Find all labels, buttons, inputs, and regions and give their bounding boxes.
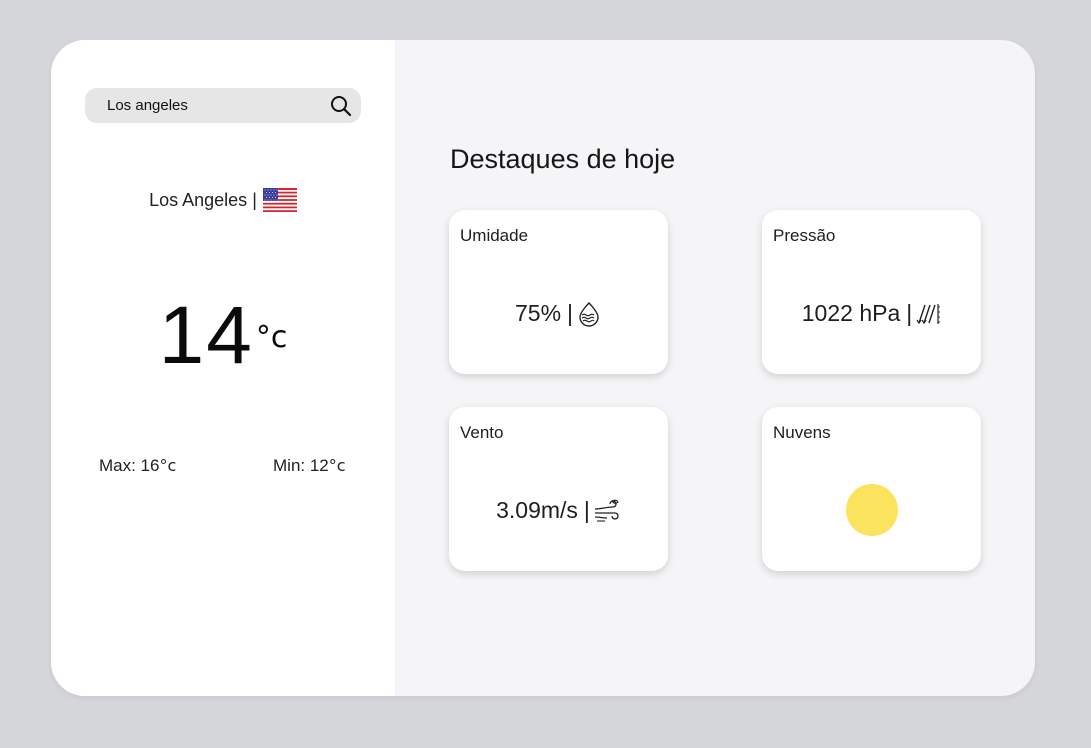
max-temperature-unit: °c: [159, 456, 177, 475]
clouds-label: Nuvens: [773, 423, 831, 442]
current-temperature: 14 °c: [51, 292, 395, 380]
humidity-icon: [579, 301, 599, 327]
location: Los Angeles |: [51, 188, 395, 212]
search-button[interactable]: [328, 93, 354, 119]
wind-card: Vento 3.09m/s |: [449, 407, 668, 571]
humidity-value: 75%: [514, 300, 562, 326]
pressure-reading: 1022 hPa |: [762, 300, 981, 327]
min-temperature: Min: 12°c: [273, 456, 346, 476]
max-temperature-label: Max: 16: [99, 456, 160, 475]
current-weather-panel: Los Angeles |: [51, 40, 395, 696]
clouds-card: Nuvens: [762, 407, 981, 571]
sun-icon: [846, 484, 898, 536]
us-flag-icon: [262, 188, 297, 212]
humidity-reading: 75% |: [449, 300, 668, 327]
city-name: Los Angeles: [149, 189, 248, 210]
min-temperature-unit: °c: [328, 456, 346, 475]
search-icon: [331, 96, 352, 117]
wind-icon: [594, 499, 619, 522]
pressure-label: Pressão: [773, 226, 836, 245]
pressure-icon: [916, 303, 941, 324]
wind-separator: |: [583, 497, 590, 523]
humidity-label: Umidade: [460, 226, 529, 245]
max-temperature: Max: 16°c: [99, 456, 176, 476]
highlights-title: Destaques de hoje: [450, 144, 676, 174]
temperature-unit: °c: [255, 320, 288, 355]
humidity-card: Umidade 75% |: [449, 210, 668, 374]
pressure-separator: |: [906, 300, 913, 326]
weather-app: Los Angeles |: [51, 40, 1035, 696]
min-temperature-label: Min: 12: [273, 456, 329, 475]
pressure-value: 1022 hPa: [801, 300, 901, 326]
city-separator: |: [252, 189, 257, 210]
search-input[interactable]: [107, 95, 317, 116]
search-bar: [85, 88, 361, 123]
pressure-card: Pressão 1022 hPa |: [762, 210, 981, 374]
temperature-value: 14: [158, 290, 254, 381]
highlights-panel: Destaques de hoje Umidade 75% | Pressão …: [395, 40, 1035, 696]
wind-label: Vento: [460, 423, 504, 442]
humidity-separator: |: [567, 300, 574, 326]
wind-reading: 3.09m/s |: [449, 497, 668, 524]
wind-value: 3.09m/s: [496, 497, 578, 523]
